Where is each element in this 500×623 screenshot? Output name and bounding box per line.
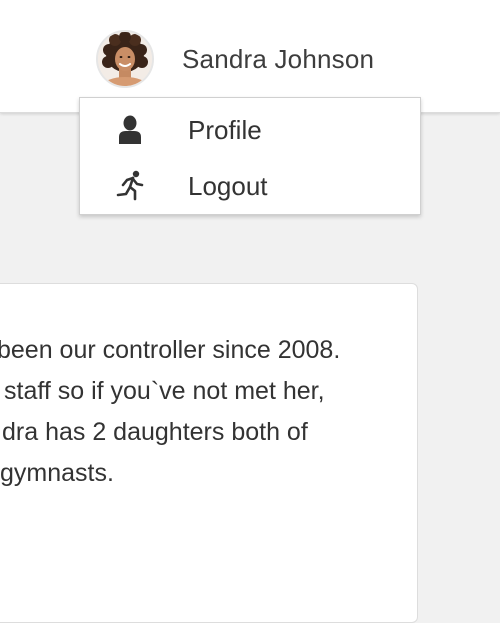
user-avatar-photo bbox=[98, 32, 152, 86]
menu-item-logout-label: Logout bbox=[188, 170, 268, 201]
bio-line: gymnasts. bbox=[0, 459, 114, 487]
person-icon bbox=[112, 112, 148, 148]
user-name[interactable]: Sandra Johnson bbox=[182, 44, 374, 75]
user-dropdown-menu: Profile Logout bbox=[79, 97, 421, 215]
menu-item-profile-label: Profile bbox=[188, 114, 262, 145]
user-avatar[interactable] bbox=[96, 30, 154, 88]
user-menu-toggle[interactable]: Sandra Johnson bbox=[96, 28, 374, 90]
bio-line: staff so if you`ve not met her, bbox=[4, 377, 325, 405]
running-person-icon bbox=[112, 168, 148, 204]
bio-text: been our controller since 2008. staff so… bbox=[0, 330, 419, 494]
bio-line: been our controller since 2008. bbox=[0, 336, 341, 364]
bio-line: dra has 2 daughters both of bbox=[2, 418, 308, 446]
menu-item-logout[interactable]: Logout bbox=[80, 160, 420, 212]
menu-item-profile[interactable]: Profile bbox=[80, 104, 420, 156]
bio-card: been our controller since 2008. staff so… bbox=[0, 283, 418, 623]
